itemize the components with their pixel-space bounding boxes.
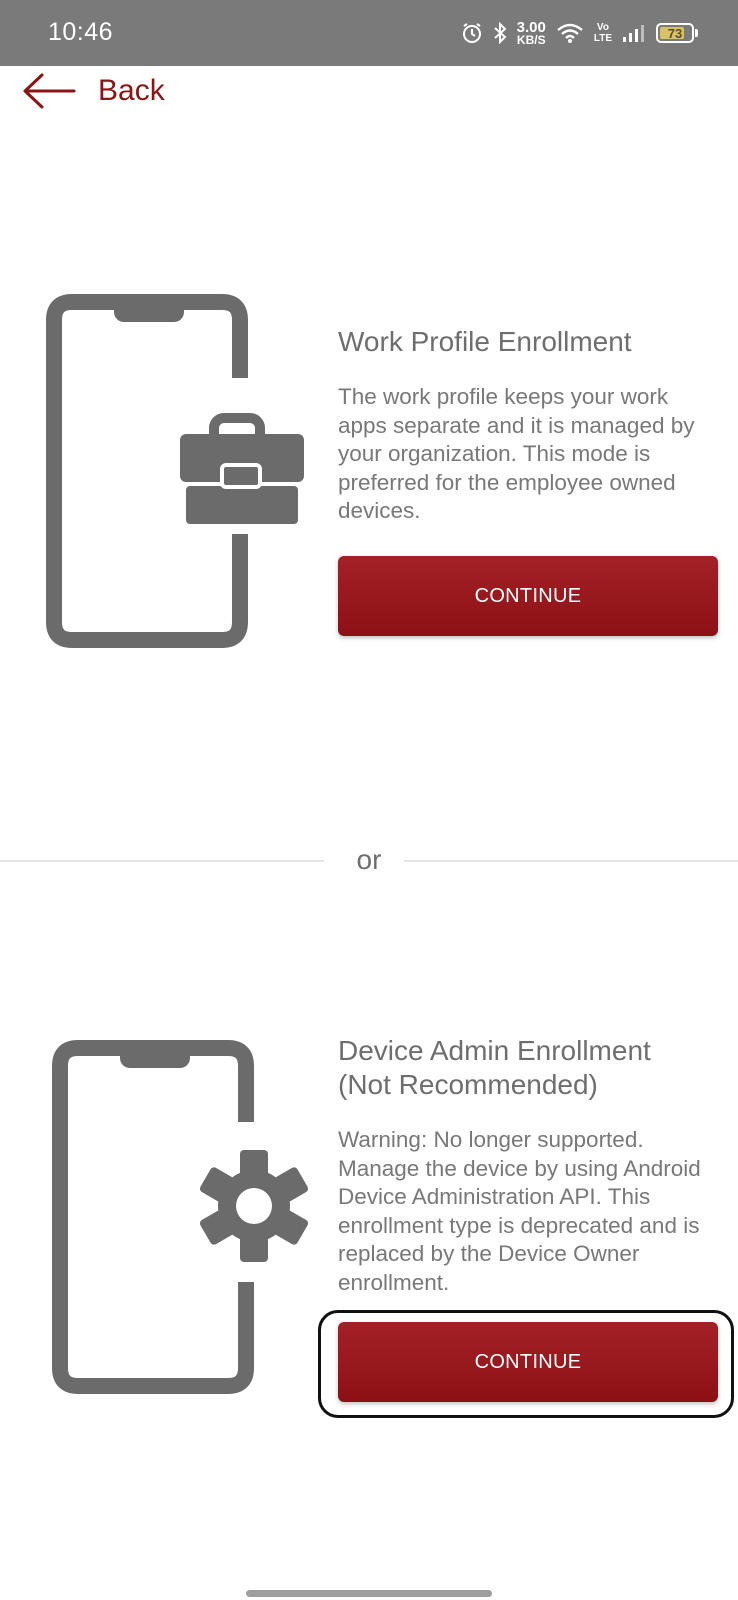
- work-profile-continue-button[interactable]: CONTINUE: [338, 556, 718, 636]
- status-icons: 3.00 KB/S Vo LTE 73: [461, 18, 698, 48]
- arrow-left-icon: [23, 73, 76, 109]
- network-speed-unit: KB/S: [516, 32, 546, 47]
- network-speed: 3.00 KB/S: [516, 20, 546, 47]
- device-admin-description: Warning: No longer supported. Manage the…: [338, 1127, 701, 1295]
- volte-top: Vo: [596, 22, 609, 33]
- battery-level: 73: [667, 25, 683, 41]
- work-profile-title: Work Profile Enrollment: [338, 326, 632, 357]
- status-bar: 10:46 3.00 KB/S Vo LTE 73: [0, 0, 738, 66]
- volte-bottom: LTE: [593, 33, 612, 44]
- or-separator: or: [356, 844, 382, 875]
- gear-phone-icon: [52, 1040, 309, 1394]
- signal-icon: [622, 22, 646, 44]
- divider-right: [404, 860, 738, 862]
- battery-icon: 73: [656, 23, 698, 43]
- alarm-icon: [461, 22, 483, 44]
- home-indicator[interactable]: [246, 1590, 492, 1597]
- device-admin-title: Device Admin Enrollment (Not Recommended…: [338, 1035, 651, 1100]
- back-button[interactable]: Back: [22, 70, 165, 112]
- back-label: Back: [98, 74, 165, 107]
- divider-left: [0, 860, 324, 862]
- status-time: 10:46: [48, 18, 114, 46]
- work-profile-description: The work profile keeps your work apps se…: [338, 384, 695, 523]
- volte-indicator: Vo LTE: [594, 22, 612, 44]
- bluetooth-icon: [493, 22, 507, 44]
- wifi-icon: [556, 22, 584, 44]
- focus-highlight: [318, 1310, 734, 1418]
- briefcase-phone-icon: [46, 294, 304, 648]
